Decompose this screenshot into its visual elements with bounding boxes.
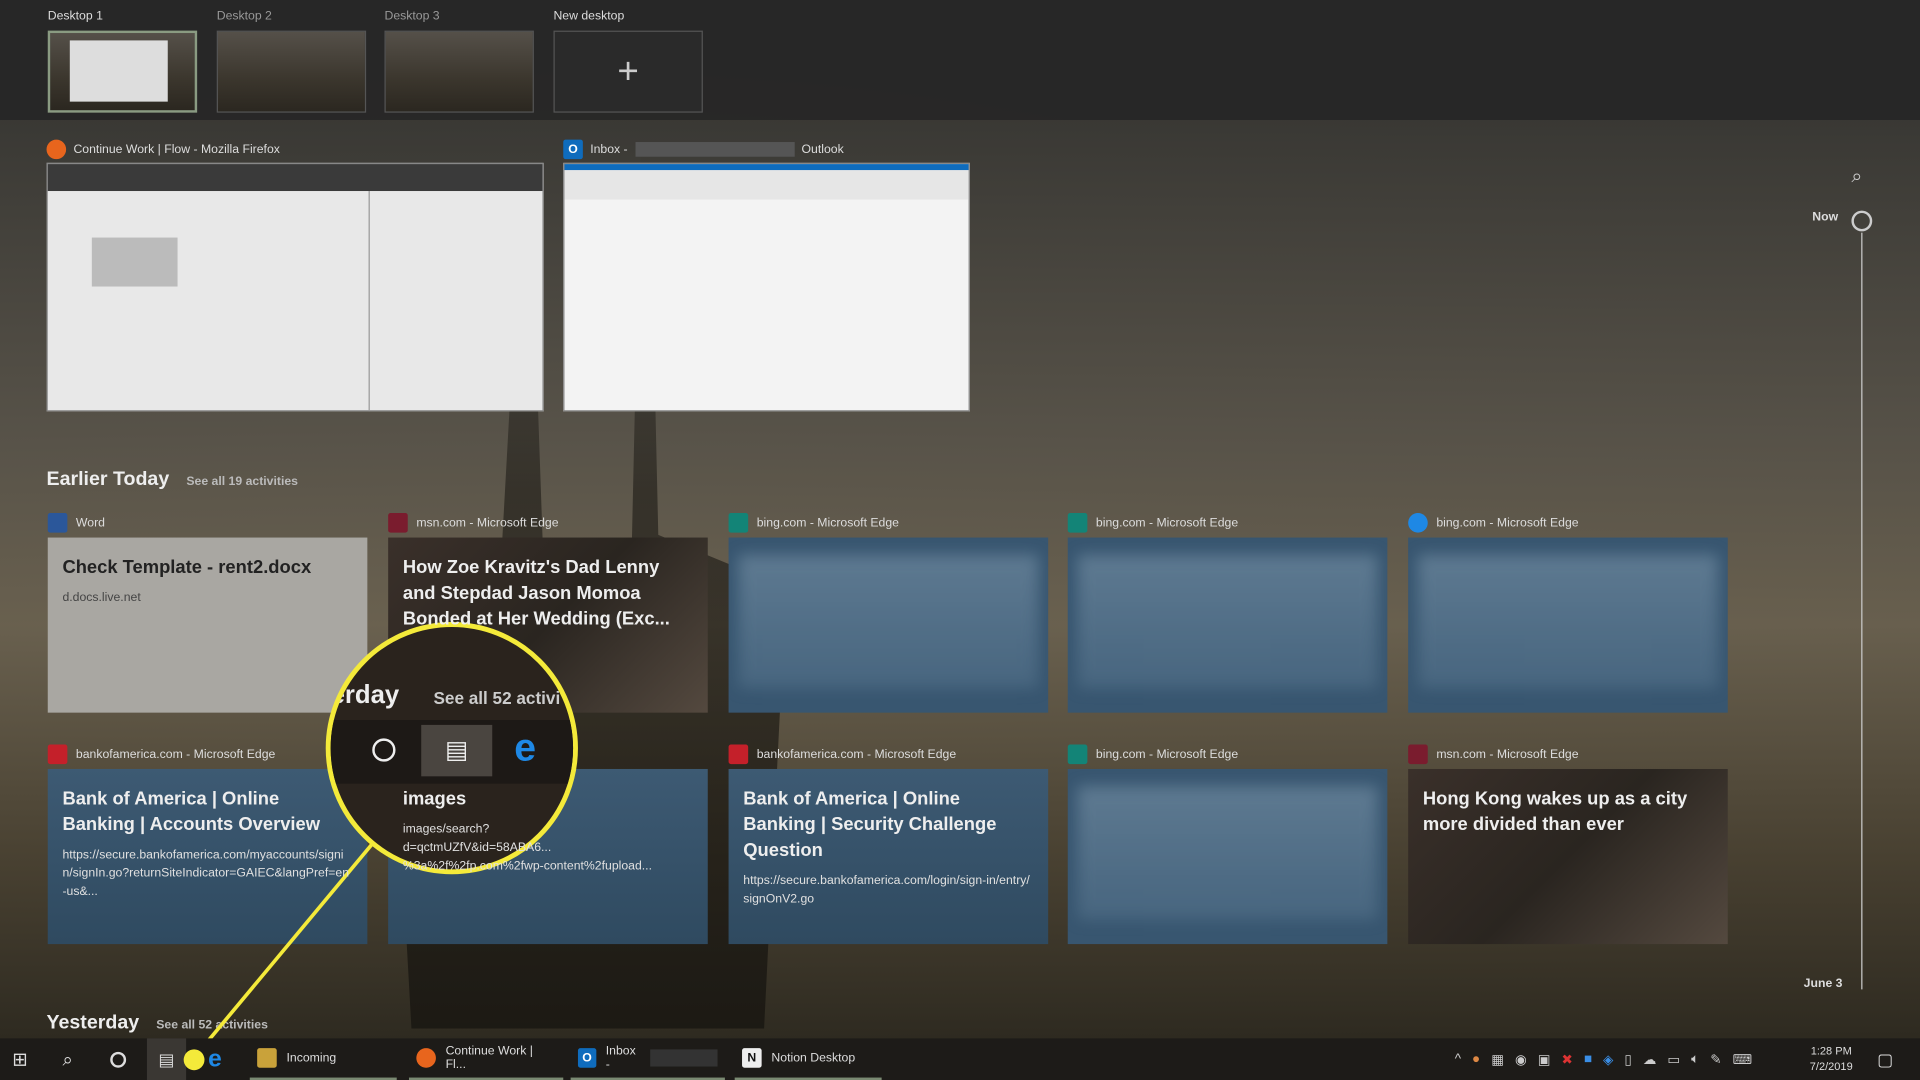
- activity-title: Hong Kong wakes up as a city more divide…: [1422, 788, 1688, 836]
- task-view-icon: ▤: [421, 724, 493, 777]
- notification-icon: ▢: [1877, 1048, 1894, 1069]
- clock[interactable]: 1:28 PM 7/2/2019: [1810, 1038, 1853, 1080]
- taskbar-app-firefox[interactable]: Continue Work | Fl...: [408, 1038, 564, 1080]
- cortana-icon: [372, 738, 396, 762]
- activity-title: Bank of America | Online Banking | Accou…: [62, 788, 321, 836]
- show-hidden-icons[interactable]: ^: [1455, 1052, 1461, 1067]
- taskbar-app-incoming[interactable]: Incoming: [249, 1038, 397, 1080]
- edge-icon: e: [514, 724, 537, 769]
- sync-tray-icon[interactable]: ◈: [1603, 1051, 1613, 1067]
- activity-title: Check Template - rent2.docx: [62, 557, 312, 578]
- taskbar-app-label: Continue Work | Fl...: [445, 1044, 533, 1072]
- taskbar-app-label: Notion Desktop: [771, 1051, 856, 1065]
- firefox-icon: [416, 1048, 436, 1068]
- clock-app-icon[interactable]: ◉: [1515, 1051, 1527, 1067]
- callout-line: [194, 841, 375, 1057]
- folder-icon: [257, 1048, 277, 1068]
- activity-title: Bank of America | Online Banking | Secur…: [743, 788, 997, 861]
- action-center-button[interactable]: ▢: [1877, 1038, 1893, 1080]
- error-icon[interactable]: ✖: [1562, 1051, 1573, 1067]
- task-view-button[interactable]: ▤: [146, 1038, 187, 1080]
- activity-subtitle: https://secure.bankofamerica.com/myaccou…: [62, 848, 350, 899]
- magnified-see-all: See all 52 activi: [433, 688, 561, 708]
- outlook-icon: O: [577, 1048, 596, 1068]
- activity-subtitle: images/search? d=qctmUZfV&id=58ABA6... %…: [402, 822, 652, 874]
- task-view-icon: ▤: [158, 1048, 175, 1069]
- app-tray-icon[interactable]: ●: [1472, 1052, 1480, 1067]
- volume-icon[interactable]: 🔈︎: [1691, 1051, 1699, 1067]
- edge-button[interactable]: e: [208, 1038, 222, 1080]
- activity-title: images: [402, 788, 467, 810]
- system-tray: ^ ● ▦ ◉ ▣ ✖ ■ ◈ ▯ ☁ ▭ 🔈︎ ✎ ⌨: [1455, 1038, 1752, 1080]
- pen-icon[interactable]: ✎: [1710, 1051, 1721, 1067]
- task-view: Desktop 1 Desktop 2 Desktop 3 New deskto…: [0, 0, 1920, 1080]
- network-lock-icon[interactable]: ▣: [1538, 1051, 1551, 1067]
- callout-dot: [183, 1049, 205, 1071]
- taskbar-app-label: Inbox -: [605, 1044, 636, 1072]
- folder-sync-icon[interactable]: ▦: [1491, 1051, 1504, 1067]
- cortana-icon: [110, 1051, 127, 1068]
- clock-date: 7/2/2019: [1809, 1060, 1853, 1073]
- taskbar: ⊞ ⌕ ▤ e Incoming Continue Work | Fl... O…: [0, 1038, 1920, 1080]
- keyboard-icon[interactable]: ⌨: [1733, 1051, 1752, 1067]
- outlook-tray-icon[interactable]: ■: [1584, 1052, 1592, 1067]
- activity-subtitle: d.docs.live.net: [62, 591, 141, 605]
- start-button[interactable]: ⊞: [12, 1038, 27, 1080]
- search-icon: ⌕: [62, 1048, 73, 1070]
- activity-subtitle: https://secure.bankofamerica.com/login/s…: [743, 874, 1030, 907]
- edge-icon: e: [208, 1045, 222, 1073]
- onedrive-icon[interactable]: ☁: [1643, 1051, 1656, 1067]
- magnified-heading: erday: [330, 680, 400, 709]
- cortana-button[interactable]: [110, 1038, 127, 1080]
- clock-time: 1:28 PM: [1810, 1044, 1852, 1057]
- taskbar-app-notion[interactable]: N Notion Desktop: [734, 1038, 882, 1080]
- taskbar-app-label: Incoming: [286, 1051, 337, 1065]
- redacted-email: [649, 1049, 718, 1067]
- search-button[interactable]: ⌕: [62, 1038, 72, 1080]
- usb-icon[interactable]: ▯: [1624, 1051, 1631, 1067]
- notion-icon: N: [742, 1048, 762, 1068]
- network-icon[interactable]: ▭: [1667, 1051, 1680, 1067]
- taskbar-app-outlook[interactable]: O Inbox -: [570, 1038, 725, 1080]
- windows-icon: ⊞: [12, 1049, 28, 1071]
- activity-title: How Zoe Kravitz's Dad Lenny and Stepdad …: [402, 557, 670, 630]
